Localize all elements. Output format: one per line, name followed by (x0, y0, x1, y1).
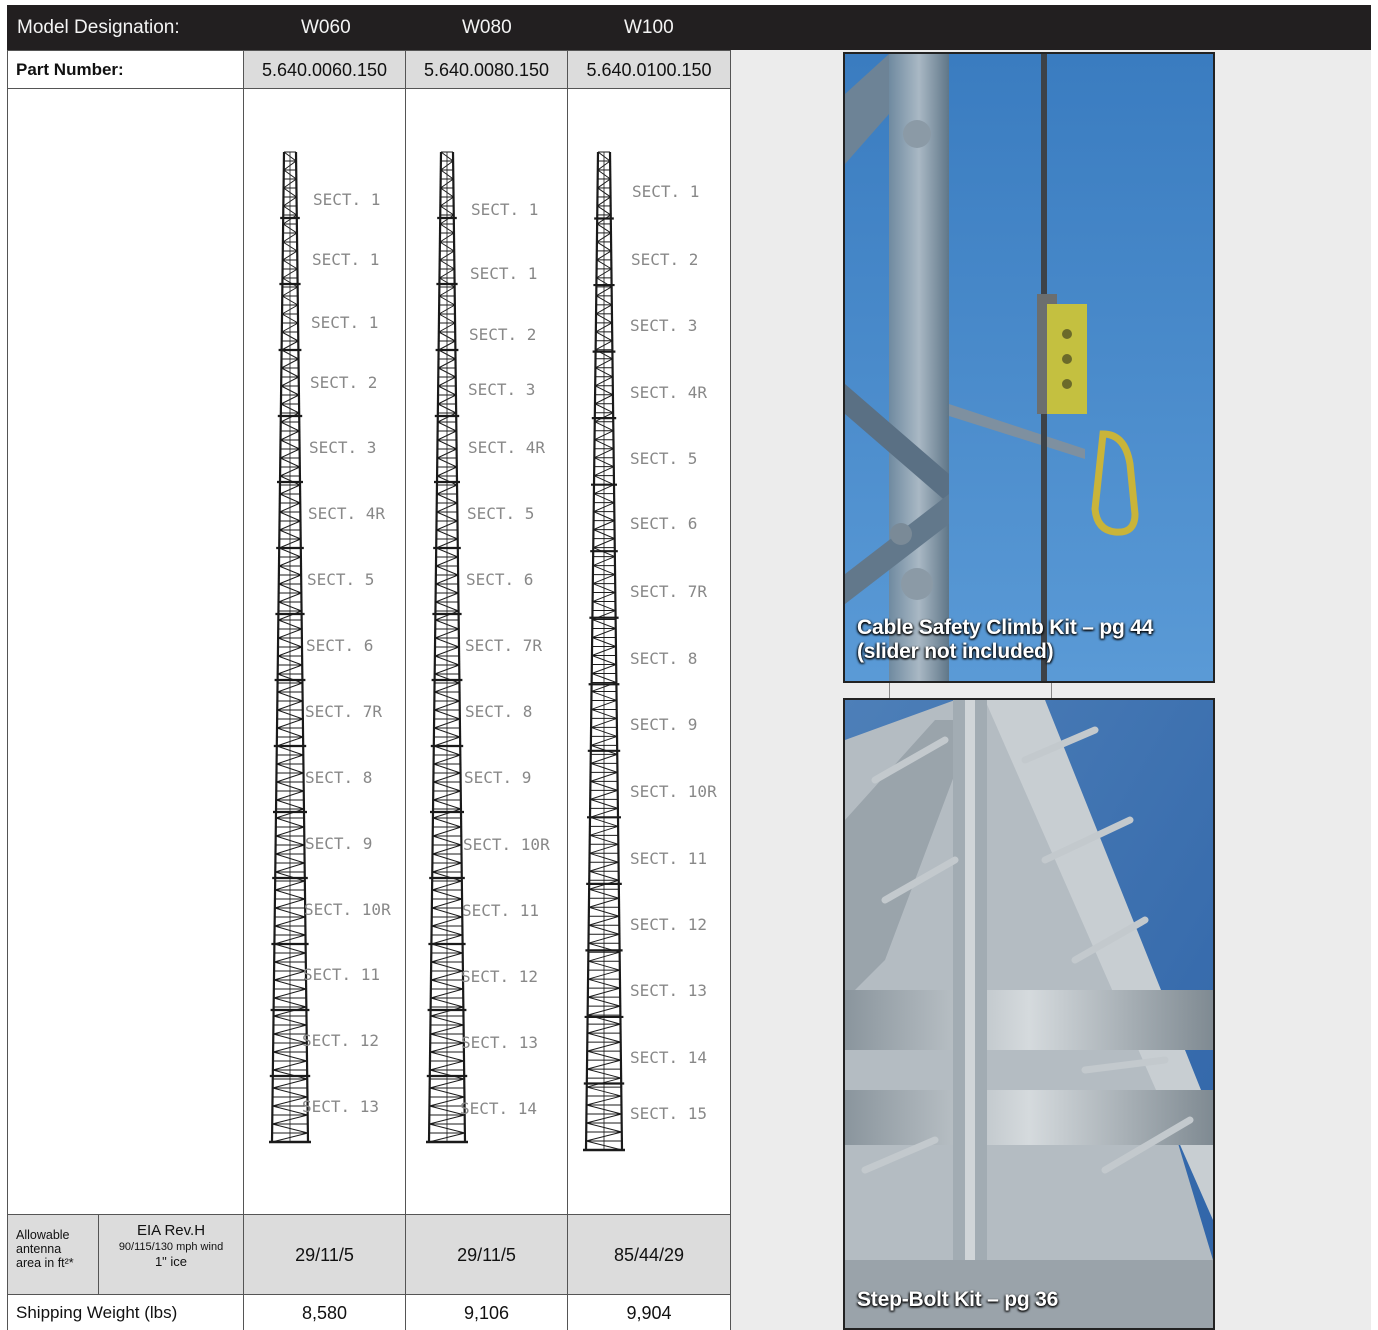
antenna-area-w060: 29/11/5 (295, 1245, 354, 1265)
model-w060-heading: W060 (301, 17, 351, 38)
section-label: SECT. 2 (310, 373, 378, 392)
section-label: SECT. 10R (304, 900, 391, 919)
table-line (7, 50, 731, 51)
step-bolt-illustration (845, 700, 1213, 1328)
section-label: SECT. 8 (630, 649, 698, 668)
model-designation-label: Model Designation: (17, 17, 180, 38)
section-label: SECT. 9 (305, 834, 373, 853)
section-label: SECT. 2 (469, 325, 537, 344)
section-label: SECT. 5 (630, 449, 698, 468)
section-label: SECT. 6 (466, 570, 534, 589)
section-label: SECT. 12 (461, 967, 539, 986)
section-label: SECT. 4R (308, 504, 386, 523)
section-label: SECT. 13 (630, 981, 708, 1000)
shipping-weight-label: Shipping Weight (lbs) (16, 1303, 178, 1322)
cable-caption-line2: (slider not included) (857, 640, 1054, 663)
table-line (730, 50, 731, 1330)
section-label: SECT. 5 (307, 570, 375, 589)
section-label: SECT. 13 (461, 1033, 539, 1052)
section-label: SECT. 1 (632, 182, 700, 201)
section-label: SECT. 8 (465, 702, 533, 721)
section-label: SECT. 2 (631, 250, 699, 269)
table-line (7, 88, 731, 89)
shipping-weight-w060: 8,580 (301, 1303, 348, 1323)
section-label: SECT. 1 (312, 250, 380, 269)
eia-wind-speeds: 90/115/130 mph wind (118, 1241, 224, 1253)
cable-safety-climb-photo: Cable Safety Climb Kit – pg 44 (slider n… (843, 52, 1215, 683)
table-line (7, 50, 8, 1330)
section-label: SECT. 1 (470, 264, 538, 283)
section-label: SECT. 1 (471, 200, 539, 219)
eia-ice: 1" ice (154, 1254, 188, 1269)
table-line (405, 50, 406, 1330)
section-label: SECT. 7R (305, 702, 383, 721)
table-line (98, 1214, 99, 1294)
table-line (7, 1294, 731, 1295)
section-label: SECT. 11 (630, 849, 708, 868)
section-label: SECT. 9 (630, 715, 698, 734)
table-line (243, 50, 244, 1330)
section-label: SECT. 10R (463, 835, 550, 854)
section-label: SECT. 12 (630, 915, 708, 934)
cable-caption-line1: Cable Safety Climb Kit – pg 44 (857, 616, 1154, 639)
part-number-label: Part Number: (16, 60, 124, 79)
section-label: SECT. 14 (460, 1099, 538, 1118)
antenna-area-w080: 29/11/5 (457, 1245, 516, 1265)
model-w100-heading: W100 (624, 17, 674, 38)
model-designation-header: Model Designation: W060 W080 W100 (7, 5, 1371, 50)
section-label: SECT. 11 (462, 901, 540, 920)
part-number-w080: 5.640.0080.150 (423, 60, 550, 80)
section-label: SECT. 3 (630, 316, 698, 335)
section-label: SECT. 12 (302, 1031, 380, 1050)
section-label: SECT. 5 (467, 504, 535, 523)
section-label: SECT. 15 (630, 1104, 708, 1123)
section-label: SECT. 11 (303, 965, 381, 984)
antenna-area-w100: 85/44/29 (613, 1245, 685, 1265)
panel-divider (1051, 683, 1052, 698)
section-label: SECT. 8 (305, 768, 373, 787)
shipping-weight-w100: 9,904 (626, 1303, 672, 1323)
section-label: SECT. 9 (464, 768, 532, 787)
section-label: SECT. 7R (630, 582, 708, 601)
section-label: SECT. 4R (468, 438, 546, 457)
section-label: SECT. 3 (309, 438, 377, 457)
cable-caption: Cable Safety Climb Kit – pg 44 (slider n… (857, 616, 1153, 664)
step-bolt-kit-photo: Step-Bolt Kit – pg 36 (843, 698, 1215, 1330)
eia-title: EIA Rev.H (136, 1222, 206, 1239)
model-w080-heading: W080 (462, 17, 512, 38)
section-label: SECT. 3 (468, 380, 536, 399)
section-label: SECT. 6 (630, 514, 698, 533)
section-label: SECT. 4R (630, 383, 708, 402)
allowable-line-2: antenna (16, 1242, 62, 1256)
section-label: SECT. 14 (630, 1048, 708, 1067)
section-label: SECT. 1 (313, 190, 381, 209)
allowable-antenna-label: Allowable antenna area in ft²* (16, 1228, 96, 1270)
table-line (567, 50, 568, 1330)
allowable-line-1: Allowable (16, 1228, 70, 1242)
panel-divider (889, 683, 890, 698)
allowable-line-3: area in ft²* (16, 1256, 74, 1270)
part-number-w060: 5.640.0060.150 (261, 60, 388, 80)
shipping-weight-w080: 9,106 (463, 1303, 510, 1323)
section-label: SECT. 13 (302, 1097, 380, 1116)
stepbolt-caption: Step-Bolt Kit – pg 36 (857, 1288, 1059, 1311)
section-label: SECT. 7R (465, 636, 543, 655)
section-label: SECT. 6 (306, 636, 374, 655)
section-label: SECT. 1 (311, 313, 379, 332)
eia-standard-cell: EIA Rev.H 90/115/130 mph wind 1" ice (100, 1222, 242, 1269)
table-line (7, 1214, 731, 1215)
part-number-w100: 5.640.0100.150 (586, 60, 712, 80)
cable-climb-illustration (845, 54, 1213, 681)
section-label: SECT. 10R (630, 782, 717, 801)
